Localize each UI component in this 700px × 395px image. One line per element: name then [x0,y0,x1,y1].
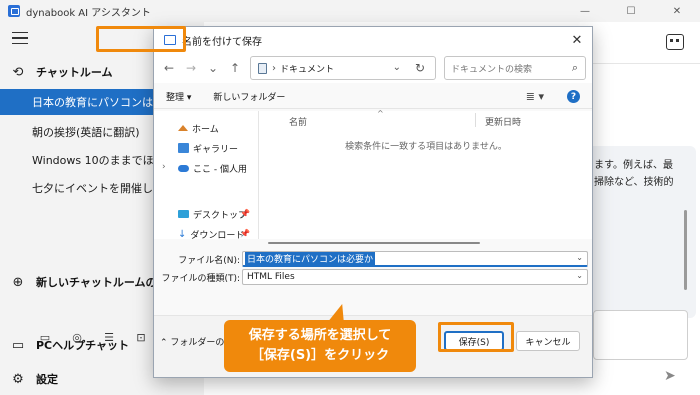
chat-room-label: チャットルーム [36,66,113,79]
navigation-pane: ホーム ギャラリー › ここ - 個人用 デスクトップ 📌 ↓ ダウンロード 📌 [154,111,258,241]
nav-item-gallery[interactable]: ギャラリー [178,139,238,157]
cloud-icon [178,164,189,172]
chat-scrollbar[interactable] [684,210,687,290]
back-arrow-icon[interactable]: ← [158,57,180,79]
message-line: ます。例えば、最 [594,160,673,171]
filename-row: ファイル名(N): 日本の教育にパソコンは必要か ⌄ [154,251,592,267]
close-icon[interactable]: ✕ [654,0,700,22]
gear-icon: ⚙ [12,371,24,387]
dialog-toolbar: 整理 ▾ 新しいフォルダー ≣ ▾ ? [154,85,592,109]
home-icon [178,125,188,131]
organize-button[interactable]: 整理 ▾ [166,90,191,103]
forward-arrow-icon[interactable]: → [180,57,202,79]
filetype-row: ファイルの種類(T): HTML Files ⌄ [154,269,592,285]
dialog-close-icon[interactable]: ✕ [566,29,588,51]
send-icon[interactable]: ➤ [664,368,682,384]
settings-label: 設定 [36,373,58,386]
scroll-thumb[interactable] [268,242,480,244]
help-icon[interactable]: ? [567,90,580,103]
desktop-icon [178,210,189,218]
filename-input[interactable]: 日本の教育にパソコンは必要か ⌄ [242,251,588,267]
robot-icon[interactable] [666,34,684,50]
column-header-name[interactable]: 名前 [289,115,307,128]
chat-input[interactable] [593,310,688,360]
message-line: 掃除など、技術的 [594,177,674,188]
minimize-icon[interactable]: — [562,0,608,22]
pin-icon[interactable]: 📌 [240,209,250,218]
instruction-callout: 保存する場所を選択して ［保存(S)］をクリック [224,320,416,372]
recent-chevron-icon[interactable]: ⌄ [202,57,224,79]
dialog-navbar: ← → ⌄ ↑ › ドキュメント ⌄ ↻ ドキュメントの検索 ⌕ [154,53,592,83]
callout-line: ［保存(S)］をクリック [250,348,390,363]
filename-value[interactable]: 日本の教育にパソコンは必要か [245,252,376,265]
view-options-icon[interactable]: ≣ ▾ [526,90,544,103]
laptop-icon: ▭ [11,337,25,353]
search-placeholder: ドキュメントの検索 [451,64,533,75]
pin-icon[interactable]: 📌 [240,229,250,238]
search-box[interactable]: ドキュメントの検索 ⌕ [444,56,586,80]
dialog-title: 名前を付けて保存 [182,36,262,48]
pc-help-label: PCヘルプチャット [36,339,130,352]
hamburger-menu-icon[interactable] [12,32,28,44]
history-icon: ⟲ [12,64,24,80]
maximize-icon[interactable]: ☐ [608,0,654,22]
window-controls: — ☐ ✕ [562,0,700,22]
filetype-label: ファイルの種類(T): [161,273,240,284]
column-header-modified[interactable]: 更新日時 [485,115,521,128]
save-highlight [438,322,514,352]
chevron-down-icon[interactable]: ⌄ [576,253,583,262]
documents-icon [258,62,267,74]
nav-label: ギャラリー [193,144,239,155]
nav-label: ここ - 個人用 [193,164,247,175]
nav-item-desktop[interactable]: デスクトップ [178,205,247,223]
nav-item-home[interactable]: ホーム [178,119,219,137]
filetype-select[interactable]: HTML Files ⌄ [242,269,588,285]
assistant-message-text: ます。例えば、最 掃除など、技術的 [594,157,698,191]
column-divider[interactable] [475,113,476,127]
app-logo-icon [8,5,20,17]
app-title: dynabook AI アシスタント [26,7,151,19]
address-bar[interactable]: › ドキュメント ⌄ ↻ [250,56,436,80]
dialog-titlebar: 名前を付けて保存 ✕ [154,27,592,53]
refresh-icon[interactable]: ↻ [415,61,425,75]
nav-item-onedrive[interactable]: ここ - 個人用 [178,159,247,177]
file-list: 名前 ^ 更新日時 検索条件に一致する項目はありません。 [258,109,592,239]
nav-label: ダウンロード [190,230,245,241]
search-icon[interactable]: ⌕ [572,61,578,75]
new-folder-button[interactable]: 新しいフォルダー [213,90,285,103]
nav-label: デスクトップ [193,210,248,221]
plus-circle-icon: ⊕ [12,274,24,290]
path-separator-icon: › [272,62,276,74]
empty-message: 検索条件に一致する項目はありません。 [345,142,507,152]
download-icon: ↓ [178,228,187,240]
gallery-icon [178,143,189,153]
expand-chevron-icon[interactable]: › [162,162,166,172]
nav-label: ホーム [192,124,219,135]
address-dropdown-icon[interactable]: ⌄ [393,62,401,73]
horizontal-scrollbar[interactable] [260,239,590,247]
address-path[interactable]: ドキュメント [280,62,334,75]
cancel-button[interactable]: キャンセル [516,331,580,351]
callout-line: 保存する場所を選択して [248,328,392,343]
chevron-down-icon[interactable]: ⌄ [576,271,583,280]
nav-item-downloads[interactable]: ↓ ダウンロード [178,225,244,243]
up-arrow-icon[interactable]: ↑ [224,57,246,79]
filename-label: ファイル名(N): [178,255,240,266]
filetype-value: HTML Files [247,272,295,282]
app-titlebar: dynabook AI アシスタント — ☐ ✕ [0,0,700,22]
address-highlight [96,26,186,52]
sort-arrow-icon: ^ [377,109,384,118]
